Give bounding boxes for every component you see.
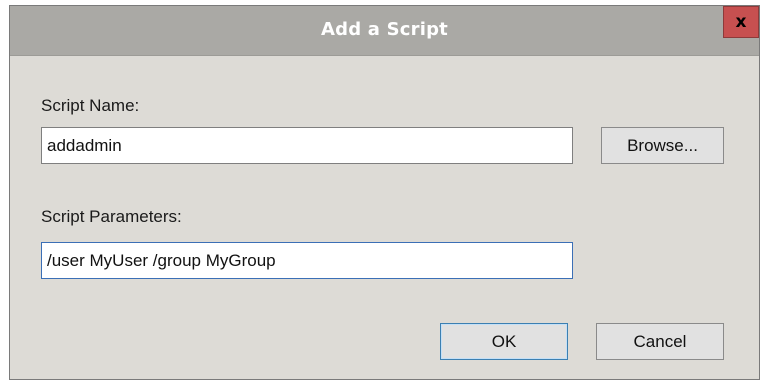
script-name-label: Script Name: [41,96,140,115]
dialog-title: Add a Script [321,19,448,40]
script-parameters-input[interactable] [41,242,573,279]
browse-button[interactable]: Browse... [601,127,724,164]
script-parameters-label: Script Parameters: [41,207,182,226]
add-script-dialog: Add a Script x Script Name: Browse... Sc… [9,5,760,380]
close-button[interactable]: x [723,6,759,38]
title-bar[interactable]: Add a Script x [10,6,759,56]
script-name-input[interactable] [41,127,573,164]
cancel-button[interactable]: Cancel [596,323,724,360]
ok-button[interactable]: OK [440,323,568,360]
close-icon: x [735,11,747,32]
